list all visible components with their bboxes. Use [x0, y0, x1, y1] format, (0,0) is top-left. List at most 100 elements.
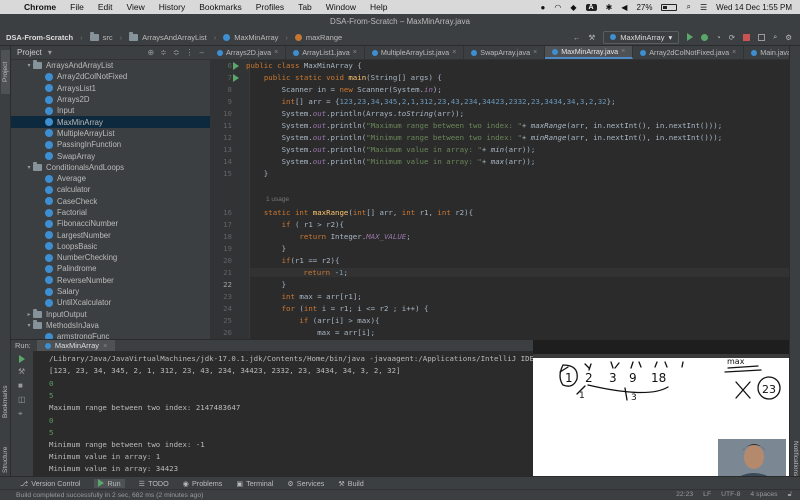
status-message[interactable]: Build completed successfully in 2 sec, 6…: [16, 492, 203, 499]
tree-file[interactable]: Palindrome: [11, 263, 210, 274]
editor-tab[interactable]: Arrays2D.java ×: [210, 46, 287, 59]
tool-version-control[interactable]: ⎇ Version Control: [20, 479, 80, 488]
tree-file[interactable]: ArraysList1: [11, 83, 210, 94]
run-main-icon[interactable]: [233, 74, 239, 82]
tool-todo[interactable]: ☰ TODO: [139, 479, 169, 488]
status-line-separator[interactable]: LF: [703, 491, 711, 499]
chevron-down-icon[interactable]: ▾: [25, 164, 33, 171]
tree-file[interactable]: Array2dColNotFixed: [11, 71, 210, 82]
tree-file[interactable]: LargestNumber: [11, 229, 210, 240]
editor-tab[interactable]: MaxMinArray.java ×: [545, 46, 634, 59]
tree-file[interactable]: SwapArray: [11, 150, 210, 161]
rerun-icon[interactable]: [19, 355, 25, 363]
chevron-down-icon[interactable]: ▾: [25, 322, 33, 329]
clock[interactable]: Wed 14 Dec 1:55 PM: [716, 3, 792, 12]
tree-file[interactable]: MultipleArrayList: [11, 128, 210, 139]
editor-tab[interactable]: MultipleArrayList.java ×: [365, 46, 465, 59]
tree-file[interactable]: PassingInFunction: [11, 139, 210, 150]
tree-file[interactable]: ReverseNumber: [11, 275, 210, 286]
close-icon[interactable]: ×: [353, 49, 357, 56]
menu-window[interactable]: Window: [326, 2, 356, 12]
close-icon[interactable]: ×: [452, 49, 456, 56]
menu-edit[interactable]: Edit: [98, 2, 113, 12]
run-icon[interactable]: [687, 33, 694, 41]
tree-file[interactable]: Input: [11, 105, 210, 116]
tree-folder[interactable]: ▸ InputOutput: [11, 308, 210, 320]
menu-help[interactable]: Help: [370, 2, 387, 12]
close-icon[interactable]: ×: [732, 49, 736, 56]
search-icon[interactable]: ⌕: [686, 2, 690, 12]
tool-run[interactable]: Run: [94, 478, 125, 488]
close-icon[interactable]: ×: [103, 341, 107, 350]
breadcrumb-project[interactable]: DSA-From-Scratch: [6, 33, 73, 42]
status-caret-position[interactable]: 22:23: [676, 491, 693, 499]
status-indent[interactable]: 4 spaces: [750, 491, 777, 499]
tree-file[interactable]: CaseCheck: [11, 196, 210, 207]
breadcrumb-method[interactable]: maxRange: [306, 33, 342, 42]
tool-tab-bookmarks[interactable]: Bookmarks: [1, 376, 10, 428]
tree-file[interactable]: FibonacciNumber: [11, 218, 210, 229]
lock-icon[interactable]: 🔓︎: [788, 491, 792, 499]
run-config-selector[interactable]: MaxMinArray ▾: [603, 30, 680, 44]
breadcrumb-class[interactable]: MaxMinArray: [234, 33, 278, 42]
tree-file[interactable]: Average: [11, 173, 210, 184]
editor-tab[interactable]: SwapArray.java ×: [464, 46, 546, 59]
menu-file[interactable]: File: [70, 2, 84, 12]
tool-tab-project[interactable]: Project: [1, 50, 10, 94]
tool-terminal[interactable]: ▣ Terminal: [236, 479, 273, 488]
stop-icon[interactable]: [743, 33, 751, 41]
collapse-all-icon[interactable]: ≑: [160, 48, 167, 57]
breadcrumb-src[interactable]: src: [103, 33, 113, 42]
menu-tab[interactable]: Tab: [298, 2, 312, 12]
record-icon[interactable]: ●: [541, 3, 546, 12]
back-icon[interactable]: ←: [573, 33, 581, 42]
project-panel-title[interactable]: Project: [17, 48, 42, 57]
menu-profiles[interactable]: Profiles: [256, 2, 284, 12]
tree-file[interactable]: Factorial: [11, 207, 210, 218]
debug-icon[interactable]: [701, 33, 709, 41]
menu-view[interactable]: View: [126, 2, 144, 12]
menu-bookmarks[interactable]: Bookmarks: [199, 2, 242, 12]
editor-tab[interactable]: Array2dColNotFixed.java ×: [633, 46, 745, 59]
tool-build[interactable]: ⚒ Build: [338, 479, 363, 488]
locate-icon[interactable]: ⊕: [147, 48, 154, 57]
run-tab[interactable]: MaxMinArray ×: [36, 339, 116, 352]
close-icon[interactable]: ×: [621, 48, 625, 55]
hide-icon[interactable]: –: [200, 48, 204, 57]
menu-history[interactable]: History: [159, 2, 185, 12]
battery-icon[interactable]: [661, 3, 678, 11]
tree-folder[interactable]: ▾ ArraysAndArrayList: [11, 60, 210, 71]
search-everywhere-icon[interactable]: ⌕: [773, 32, 777, 42]
tree-file[interactable]: calculator: [11, 184, 210, 195]
options-icon[interactable]: ⋮: [186, 48, 194, 57]
status-encoding[interactable]: UTF-8: [721, 491, 740, 499]
camera-icon[interactable]: ◫: [18, 395, 26, 404]
tree-file[interactable]: LoopsBasic: [11, 241, 210, 252]
editor-tab[interactable]: Main.java×: [744, 46, 789, 59]
tree-file[interactable]: MaxMinArray: [11, 116, 210, 128]
run-console[interactable]: /Library/Java/JavaVirtualMachines/jdk-17…: [33, 351, 533, 476]
coverage-icon[interactable]: ◔: [716, 33, 721, 42]
tool-services[interactable]: ⚙ Services: [287, 479, 324, 488]
tree-file[interactable]: Salary: [11, 286, 210, 297]
wrench-icon[interactable]: ⚒: [18, 367, 25, 376]
profile-icon[interactable]: ⟳: [729, 33, 735, 42]
pin-icon[interactable]: ⌖: [18, 409, 23, 419]
usage-hint[interactable]: 1 usage: [266, 196, 289, 203]
input-source-badge[interactable]: A: [585, 3, 597, 11]
volume-icon[interactable]: ◀: [621, 3, 627, 12]
tree-file[interactable]: armstrongFunc: [11, 331, 210, 339]
tree-file[interactable]: Arrays2D: [11, 94, 210, 105]
chevron-down-icon[interactable]: ▾: [48, 48, 52, 57]
layout-icon[interactable]: [758, 33, 766, 41]
stop-icon[interactable]: ■: [18, 381, 23, 390]
bluetooth-icon[interactable]: ✱: [606, 3, 613, 12]
breadcrumb-package[interactable]: ArraysAndArrayList: [142, 33, 207, 42]
close-icon[interactable]: ×: [274, 49, 278, 56]
tree-folder[interactable]: ▾ ConditionalsAndLoops: [11, 161, 210, 173]
tree-file[interactable]: UntilXcalculator: [11, 297, 210, 308]
tree-folder[interactable]: ▾ MethodsInJava: [11, 319, 210, 331]
menu-app-name[interactable]: Chrome: [24, 2, 56, 12]
editor-tab[interactable]: ArrayList1.java ×: [286, 46, 365, 59]
expand-all-icon[interactable]: ≎: [173, 48, 180, 57]
